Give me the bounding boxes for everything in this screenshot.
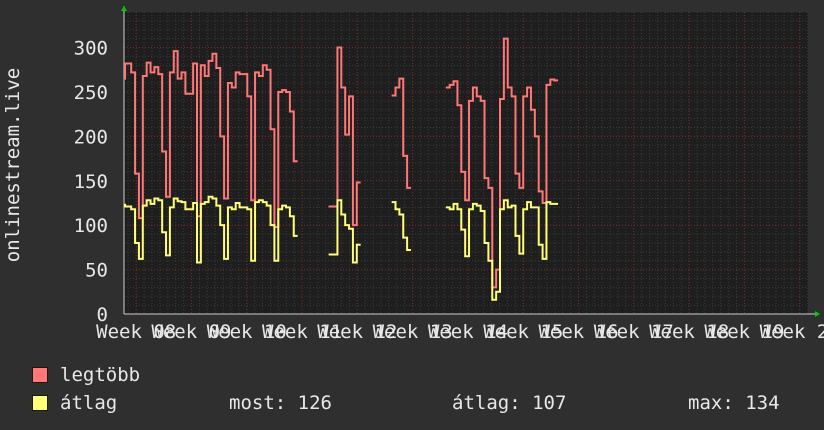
y-tick-label: 250 [74, 82, 108, 104]
legend-swatch-atlag [32, 395, 48, 411]
y-tick-label: 100 [74, 215, 108, 237]
stat-atlag: átlag: 107 [452, 392, 567, 414]
legend-label-atlag: átlag [60, 392, 118, 414]
y-tick-label: 50 [85, 260, 108, 282]
y-tick-label: 200 [74, 126, 108, 148]
stat-max: max: 134 [688, 392, 780, 414]
legend-item-atlag: átlag [32, 392, 117, 414]
x-tick-label: Week 20 [760, 321, 824, 343]
x-tick-labels: Week 08Week 09Week 10Week 11Week 12Week … [96, 321, 824, 343]
legend-item-legtobb: legtöbb [32, 364, 140, 386]
y-tick-label: 300 [74, 38, 108, 60]
legend-label-legtobb: legtöbb [60, 364, 141, 386]
stat-most: most: 126 [229, 392, 332, 414]
legend-swatch-legtobb [32, 367, 48, 383]
y-axis-label: onlinestream.live [2, 68, 24, 262]
y-tick-label: 150 [74, 171, 108, 193]
